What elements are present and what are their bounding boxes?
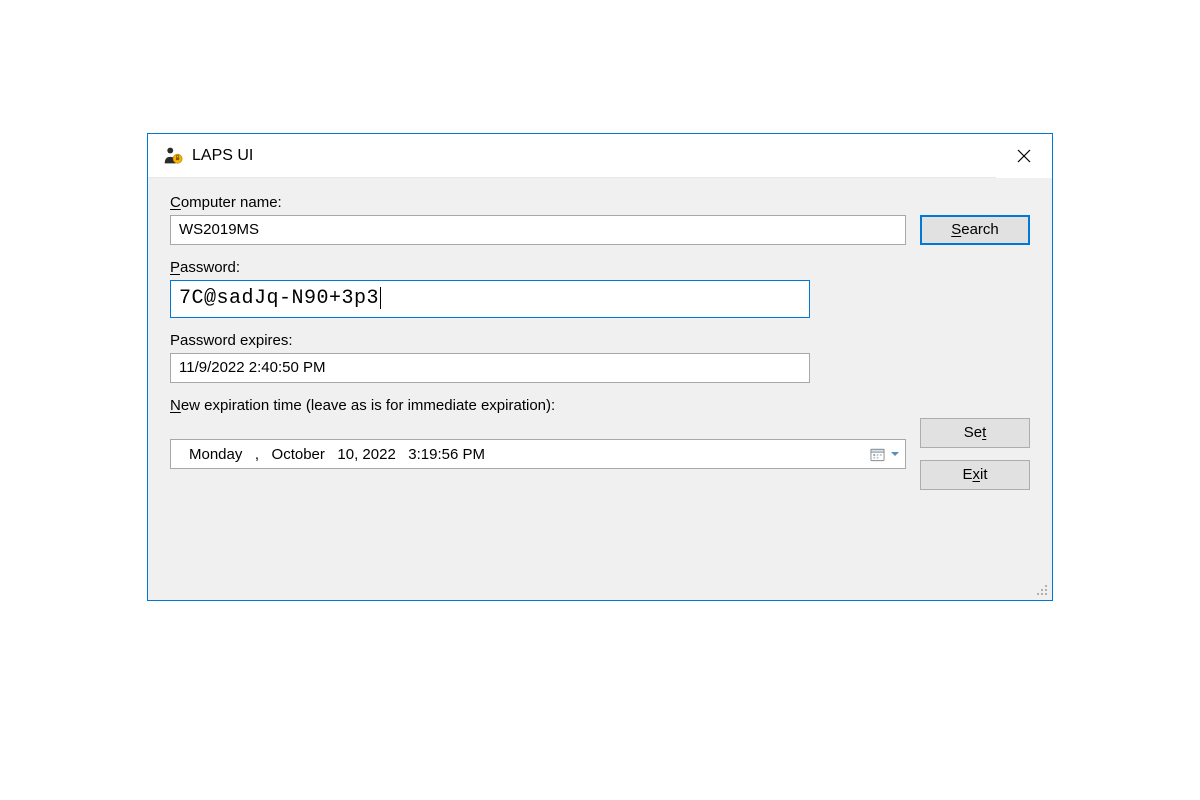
exit-button[interactable]: Exit bbox=[920, 460, 1030, 490]
new-expiration-label: New expiration time (leave as is for imm… bbox=[170, 397, 1030, 414]
laps-ui-window: LAPS UI Computer name: WS2019MS Search P… bbox=[147, 133, 1053, 601]
password-label: Password: bbox=[170, 259, 1030, 276]
computer-name-input[interactable]: WS2019MS bbox=[170, 215, 906, 245]
password-output[interactable]: 7C@sadJq-N90+3p3 bbox=[170, 280, 810, 318]
chevron-down-icon bbox=[891, 450, 899, 458]
resize-grip-icon[interactable] bbox=[1032, 580, 1048, 596]
password-expires-output: 11/9/2022 2:40:50 PM bbox=[170, 353, 810, 383]
text-caret bbox=[380, 287, 381, 309]
new-expiration-datetimepicker[interactable]: Monday , October 10, 2022 3:19:56 PM bbox=[170, 439, 906, 469]
close-icon bbox=[1017, 149, 1031, 163]
computer-name-label: Computer name: bbox=[170, 194, 1030, 211]
status-bar bbox=[148, 578, 1052, 600]
app-icon bbox=[160, 143, 186, 169]
search-button[interactable]: Search bbox=[920, 215, 1030, 245]
password-expires-label: Password expires: bbox=[170, 332, 1030, 349]
window-title: LAPS UI bbox=[192, 147, 253, 165]
client-area: Computer name: WS2019MS Search Password:… bbox=[148, 178, 1052, 578]
set-button[interactable]: Set bbox=[920, 418, 1030, 448]
datetime-value: Monday , October 10, 2022 3:19:56 PM bbox=[189, 446, 865, 463]
calendar-icon bbox=[869, 446, 885, 462]
titlebar[interactable]: LAPS UI bbox=[148, 134, 1052, 178]
close-button[interactable] bbox=[996, 134, 1052, 178]
